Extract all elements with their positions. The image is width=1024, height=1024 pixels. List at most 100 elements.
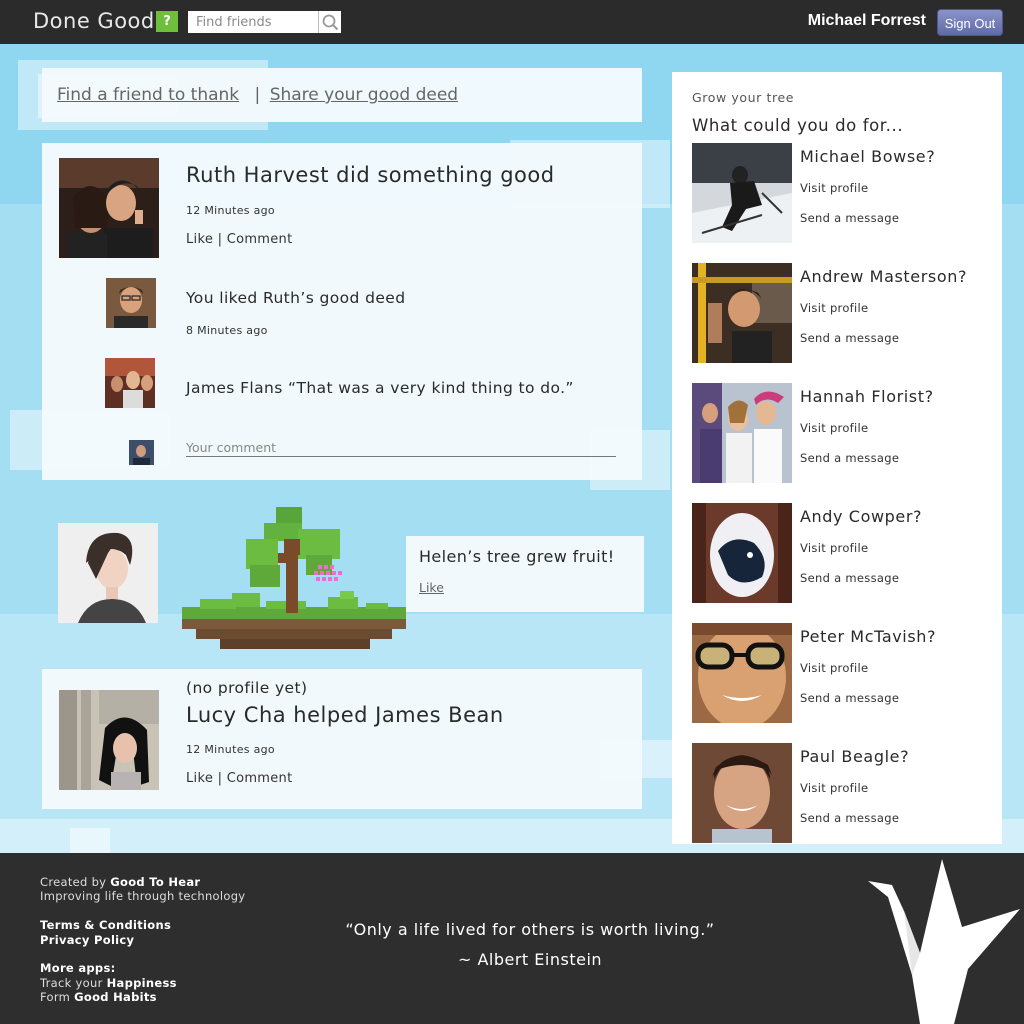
avatar-lucy-cha[interactable] [59, 690, 159, 790]
like-link[interactable]: Like [419, 580, 444, 595]
search-button[interactable] [318, 11, 341, 33]
visit-profile-link[interactable]: Visit profile [800, 421, 868, 435]
separator: | [217, 232, 223, 247]
quote-author: ~ Albert Einstein [457, 950, 603, 969]
reply-time: 8 Minutes ago [186, 324, 268, 337]
person-photo[interactable] [692, 503, 792, 603]
send-message-link[interactable]: Send a message [800, 691, 899, 705]
post-time: 12 Minutes ago [186, 204, 275, 217]
more-apps-label: More apps: [40, 961, 116, 975]
suggested-person: Hannah Florist? Visit profile Send a mes… [692, 383, 992, 483]
comment-link[interactable]: Comment [227, 232, 293, 247]
avatar-current-user[interactable] [106, 278, 156, 328]
suggested-person: Andrew Masterson? Visit profile Send a m… [692, 263, 992, 363]
profile-note: (no profile yet) [186, 679, 308, 697]
visit-profile-link[interactable]: Visit profile [800, 301, 868, 315]
tagline: Improving life through technology [40, 889, 246, 903]
suggested-person: Paul Beagle? Visit profile Send a messag… [692, 743, 992, 843]
find-friend-link[interactable]: Find a friend to thank [57, 85, 239, 105]
suggested-person: Michael Bowse? Visit profile Send a mess… [692, 143, 992, 243]
person-photo[interactable] [692, 383, 792, 483]
person-name: Paul Beagle? [800, 747, 910, 766]
action-bar: Find a friend to thank | Share your good… [42, 68, 642, 122]
more-apps-text: More apps: [40, 961, 116, 975]
person-photo[interactable] [692, 263, 792, 363]
action-separator: | [254, 85, 261, 105]
tree-event-card: Helen’s tree grew fruit! Like [406, 536, 644, 612]
separator: | [217, 771, 223, 786]
reply-text: You liked Ruth’s good deed [186, 289, 406, 307]
app-name: Happiness [106, 976, 177, 990]
photo-image [692, 623, 792, 723]
company-link[interactable]: Good To Hear [110, 875, 200, 889]
send-message-link[interactable]: Send a message [800, 451, 899, 465]
comment-link[interactable]: Comment [227, 771, 293, 786]
sidebar-title: What could you do for... [692, 116, 904, 135]
visit-profile-link[interactable]: Visit profile [800, 181, 868, 195]
avatar-ruth-harvest[interactable] [59, 158, 159, 258]
avatar-image [59, 690, 159, 790]
app-link-habits[interactable]: Form Good Habits [40, 990, 157, 1004]
person-name: Michael Bowse? [800, 147, 936, 166]
tree-event-text: Helen’s tree grew fruit! [419, 547, 615, 566]
like-comment-links: Like | Comment [186, 232, 292, 247]
app-name: Good Habits [74, 990, 157, 1004]
avatar-james-flans[interactable] [105, 358, 155, 408]
like-comment-links: Like | Comment [186, 771, 292, 786]
sign-out-button[interactable]: Sign Out [937, 9, 1003, 36]
visit-profile-link[interactable]: Visit profile [800, 661, 868, 675]
suggestions-sidebar: Grow your tree What could you do for... … [672, 72, 1002, 844]
app-link-happiness[interactable]: Track your Happiness [40, 976, 177, 990]
like-link[interactable]: Like [186, 771, 213, 786]
help-button[interactable]: ? [156, 11, 178, 32]
user-name[interactable]: Michael Forrest [808, 12, 926, 30]
app-prefix: Form [40, 990, 71, 1004]
avatar-small-current-user [129, 440, 154, 465]
person-photo[interactable] [692, 623, 792, 723]
send-message-link[interactable]: Send a message [800, 811, 899, 825]
footer: Created by Good To Hear Improving life t… [0, 853, 1024, 1024]
person-name: Hannah Florist? [800, 387, 934, 406]
photo-image [692, 263, 792, 363]
avatar-image [106, 278, 156, 328]
person-name: Andy Cowper? [800, 507, 923, 526]
send-message-link[interactable]: Send a message [800, 571, 899, 585]
created-prefix: Created by [40, 875, 107, 889]
feed-post: (no profile yet) Lucy Cha helped James B… [42, 669, 642, 809]
suggested-person: Andy Cowper? Visit profile Send a messag… [692, 503, 992, 603]
person-photo[interactable] [692, 143, 792, 243]
logo[interactable]: Done Good [33, 9, 155, 33]
photo-image [692, 503, 792, 603]
like-link[interactable]: Like [186, 232, 213, 247]
suggested-person: Peter McTavish? Visit profile Send a mes… [692, 623, 992, 723]
origami-crane-logo [868, 859, 1020, 1024]
visit-profile-link[interactable]: Visit profile [800, 781, 868, 795]
avatar-helen[interactable] [58, 523, 158, 623]
visit-profile-link[interactable]: Visit profile [800, 541, 868, 555]
top-bar: Done Good ? Michael Forrest Sign Out [0, 0, 1024, 44]
person-name: Peter McTavish? [800, 627, 937, 646]
post-title: Ruth Harvest did something good [186, 163, 555, 187]
person-name: Andrew Masterson? [800, 267, 968, 286]
share-deed-link[interactable]: Share your good deed [270, 85, 458, 105]
search-box [188, 11, 341, 33]
person-photo[interactable] [692, 743, 792, 843]
photo-image [692, 743, 792, 843]
terms-link[interactable]: Terms & Conditions [40, 918, 171, 932]
search-input[interactable] [188, 11, 332, 33]
pixel-tree [180, 505, 408, 655]
post-time: 12 Minutes ago [186, 743, 275, 756]
comment-input[interactable] [186, 438, 616, 457]
privacy-link[interactable]: Privacy Policy [40, 933, 134, 947]
avatar-image [129, 440, 154, 465]
comment-text: James Flans “That was a very kind thing … [186, 379, 574, 397]
send-message-link[interactable]: Send a message [800, 211, 899, 225]
search-icon [322, 14, 339, 31]
photo-image [692, 383, 792, 483]
sidebar-subtitle: Grow your tree [692, 90, 795, 105]
send-message-link[interactable]: Send a message [800, 331, 899, 345]
created-by: Created by Good To Hear [40, 875, 200, 889]
pixel-glow [70, 828, 110, 853]
avatar-image [59, 158, 159, 258]
app-prefix: Track your [40, 976, 103, 990]
